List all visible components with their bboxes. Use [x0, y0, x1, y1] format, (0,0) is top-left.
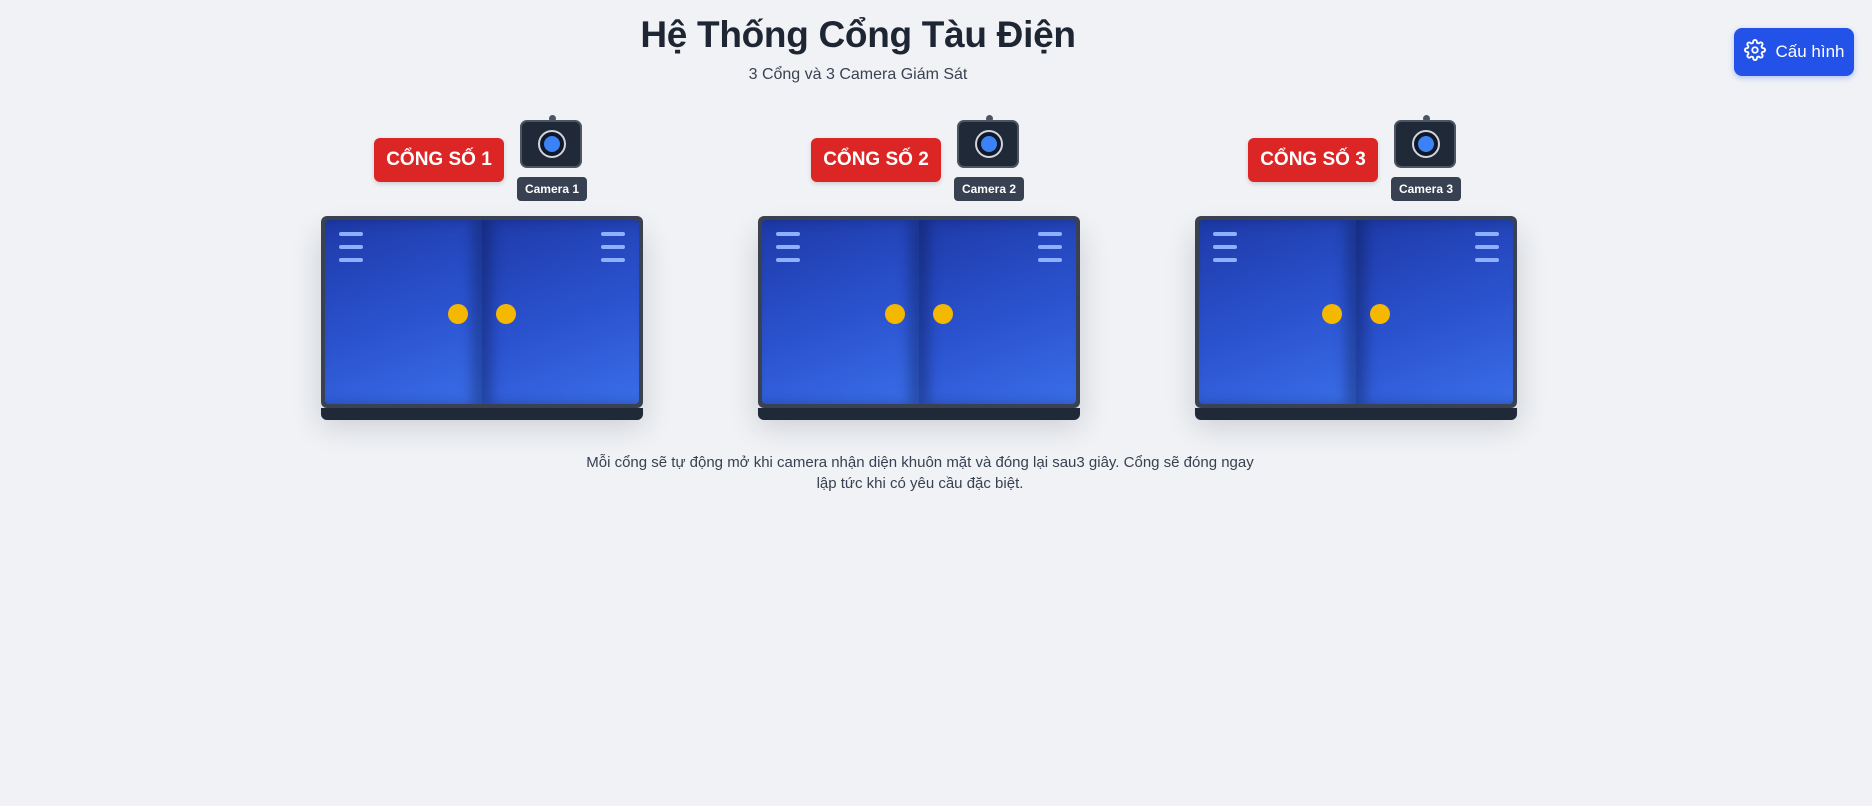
- vent-icon: [1038, 232, 1062, 262]
- door-knob: [496, 304, 516, 324]
- camera-3[interactable]: Camera 3: [1391, 114, 1461, 201]
- camera-icon: [520, 120, 582, 168]
- gate-label: CỔNG SỐ 3: [1248, 138, 1378, 182]
- camera-label: Camera 3: [1391, 177, 1461, 201]
- camera-icon: [957, 120, 1019, 168]
- vent-icon: [1213, 232, 1237, 262]
- gate-1: CỔNG SỐ 1 Camera 1: [321, 112, 643, 422]
- gate-door-right: [919, 220, 1076, 404]
- page-title: Hệ Thống Cổng Tàu Điện: [640, 14, 1076, 55]
- vent-icon: [601, 232, 625, 262]
- camera-label: Camera 2: [954, 177, 1024, 201]
- door-knob: [933, 304, 953, 324]
- gate-label: CỔNG SỐ 1: [374, 138, 504, 182]
- footer-note: Mỗi cổng sẽ tự động mở khi camera nhận d…: [586, 454, 1254, 492]
- gate-door-frame: [321, 216, 643, 408]
- gate-door-left: [762, 220, 919, 404]
- gate-label: CỔNG SỐ 2: [811, 138, 941, 182]
- gate-base: [1195, 408, 1517, 420]
- gate-door-left: [325, 220, 482, 404]
- camera-icon: [1394, 120, 1456, 168]
- gate-door-right: [1356, 220, 1513, 404]
- page: Hệ Thống Cổng Tàu Điện 3 Cổng và 3 Camer…: [0, 0, 1872, 806]
- vent-icon: [339, 232, 363, 262]
- camera-lens: [538, 130, 566, 158]
- gate-2: CỔNG SỐ 2 Camera 2: [758, 112, 1080, 422]
- gate-door-frame: [758, 216, 1080, 408]
- camera-lens: [1412, 130, 1440, 158]
- vent-icon: [1475, 232, 1499, 262]
- camera-label: Camera 1: [517, 177, 587, 201]
- config-button-label: Cấu hình: [1775, 42, 1845, 61]
- door-knob: [1322, 304, 1342, 324]
- door-knob: [1370, 304, 1390, 324]
- gate-base: [758, 408, 1080, 420]
- gear-icon: [1743, 38, 1766, 66]
- door-knob: [448, 304, 468, 324]
- vent-icon: [776, 232, 800, 262]
- config-button[interactable]: Cấu hình: [1734, 28, 1854, 76]
- camera-2[interactable]: Camera 2: [954, 114, 1024, 201]
- page-subtitle: 3 Cổng và 3 Camera Giám Sát: [748, 66, 968, 83]
- gate-door-left: [1199, 220, 1356, 404]
- gate-door-right: [482, 220, 639, 404]
- gate-door-frame: [1195, 216, 1517, 408]
- camera-1[interactable]: Camera 1: [517, 114, 587, 201]
- camera-lens: [975, 130, 1003, 158]
- door-knob: [885, 304, 905, 324]
- gate-base: [321, 408, 643, 420]
- gate-3: CỔNG SỐ 3 Camera 3: [1195, 112, 1517, 422]
